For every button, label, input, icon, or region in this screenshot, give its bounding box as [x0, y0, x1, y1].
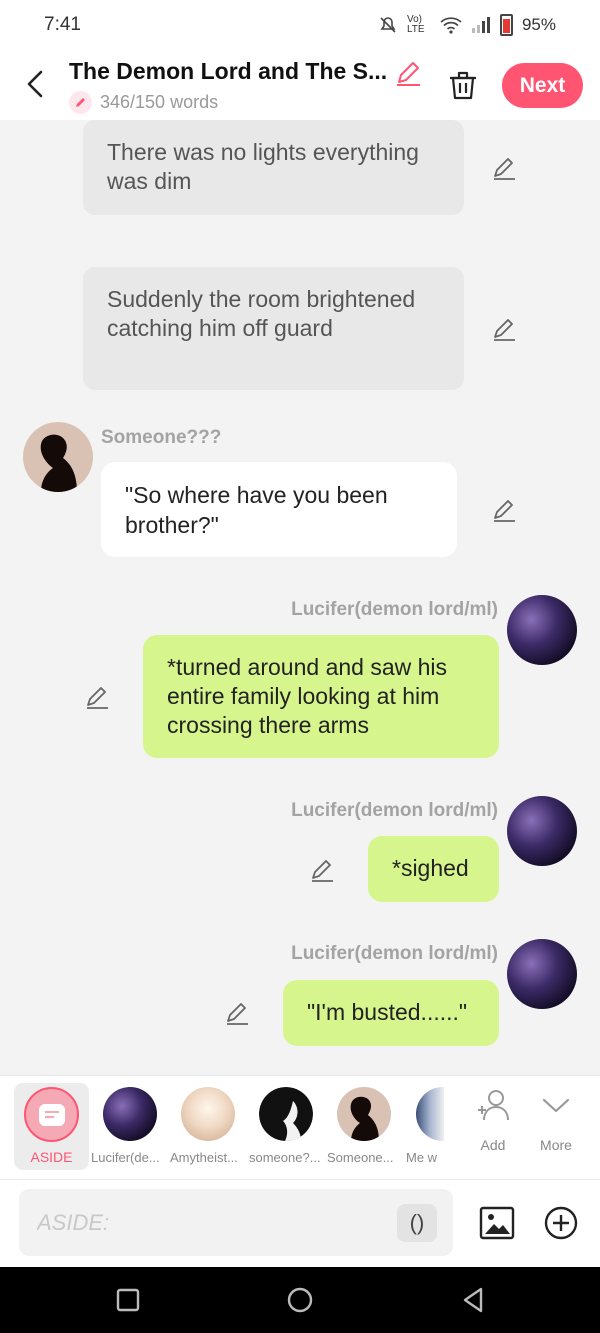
character-avatar: [181, 1087, 235, 1141]
message-input[interactable]: [19, 1189, 453, 1256]
back-nav-icon[interactable]: [458, 1285, 488, 1315]
add-person-icon: [478, 1090, 509, 1121]
dialogue-bubble[interactable]: *sighed: [368, 836, 499, 902]
more-button[interactable]: More: [526, 1088, 586, 1153]
message-text: "So where have you been brother?": [125, 482, 388, 538]
edit-pencil-icon[interactable]: [309, 857, 335, 883]
status-time: 7:41: [44, 14, 81, 35]
network-type: Vo) LTE: [406, 14, 425, 35]
edit-pencil-icon[interactable]: [491, 316, 517, 342]
pencil-badge-icon: [69, 91, 92, 114]
edit-pencil-icon[interactable]: [224, 1000, 250, 1026]
word-count-row: 346/150 words: [69, 91, 218, 114]
message-text: *turned around and saw his entire family…: [167, 654, 448, 738]
story-title[interactable]: The Demon Lord and The S...: [69, 58, 394, 85]
dialogue-bubble[interactable]: "I'm busted......": [283, 980, 499, 1046]
message-text: There was no lights everything was dim: [107, 139, 419, 194]
recent-apps-icon[interactable]: [113, 1285, 143, 1315]
aside-label: ASIDE: [30, 1149, 73, 1165]
add-icon[interactable]: [542, 1204, 580, 1242]
next-button[interactable]: Next: [502, 63, 583, 108]
character-selector: ASIDE Lucifer(de... Amytheist... someone…: [0, 1075, 600, 1179]
character-avatar[interactable]: [507, 939, 577, 1009]
signal-icon: [471, 17, 490, 33]
story-chat[interactable]: There was no lights everything was dim S…: [0, 120, 600, 1075]
back-arrow-icon: [27, 70, 43, 98]
edit-pencil-icon[interactable]: [84, 684, 110, 710]
character-name: someone?...: [249, 1150, 321, 1165]
battery-icon: [499, 14, 513, 36]
chevron-down-icon: [542, 1098, 570, 1113]
character-avatar[interactable]: [23, 422, 93, 492]
character-avatar[interactable]: [507, 595, 577, 665]
aside-button[interactable]: ASIDE: [14, 1083, 89, 1170]
message-text: Suddenly the room brightened catching hi…: [107, 286, 416, 341]
character-avatar: [103, 1087, 157, 1141]
silhouette-icon: [40, 434, 77, 492]
message-input-bar: (): [0, 1179, 600, 1267]
character-name: Someone...: [327, 1150, 394, 1165]
character-avatar: [259, 1087, 313, 1141]
character-avatar[interactable]: [507, 796, 577, 866]
dialogue-bubble[interactable]: *turned around and saw his entire family…: [143, 635, 499, 758]
battery-level: 95%: [521, 15, 556, 34]
character-name: Amytheist...: [170, 1150, 238, 1165]
narration-message[interactable]: There was no lights everything was dim: [83, 120, 464, 215]
message-text: *sighed: [392, 855, 469, 881]
message-text: "I'm busted......": [307, 999, 468, 1025]
speaker-name: Lucifer(demon lord/ml): [291, 599, 498, 620]
dialogue-bubble[interactable]: "So where have you been brother?": [101, 462, 457, 557]
add-character-button[interactable]: Add: [463, 1088, 523, 1153]
more-label: More: [540, 1137, 572, 1153]
trash-icon[interactable]: [446, 68, 480, 102]
system-nav-bar: [0, 1267, 600, 1333]
aside-icon: [24, 1087, 79, 1142]
story-header: The Demon Lord and The S... 346/150 word…: [0, 50, 600, 120]
image-icon[interactable]: [478, 1204, 516, 1242]
character-name: Me w: [406, 1150, 438, 1165]
character-avatar: [416, 1087, 444, 1141]
speaker-name: Someone???: [101, 427, 222, 448]
edit-pencil-icon[interactable]: [491, 155, 517, 181]
speaker-name: Lucifer(demon lord/ml): [291, 943, 498, 964]
status-bar: 7:41 Vo) LTE 95%: [0, 0, 600, 50]
back-button[interactable]: [20, 64, 50, 104]
edit-title-pencil-icon[interactable]: [394, 59, 422, 87]
narration-message[interactable]: Suddenly the room brightened catching hi…: [83, 267, 464, 390]
speaker-name: Lucifer(demon lord/ml): [291, 800, 498, 821]
home-icon[interactable]: [285, 1285, 315, 1315]
silhouette-icon: [259, 1087, 313, 1141]
character-name: Lucifer(de...: [91, 1150, 160, 1165]
parentheses-button[interactable]: (): [397, 1204, 437, 1242]
character-avatar: [337, 1087, 391, 1141]
add-label: Add: [480, 1137, 506, 1153]
edit-pencil-icon[interactable]: [491, 497, 517, 523]
mute-icon: [380, 17, 396, 33]
word-count: 346/150 words: [100, 92, 219, 112]
wifi-icon: [440, 17, 462, 34]
silhouette-icon: [350, 1096, 379, 1141]
status-icons: Vo) LTE 95%: [378, 14, 556, 36]
